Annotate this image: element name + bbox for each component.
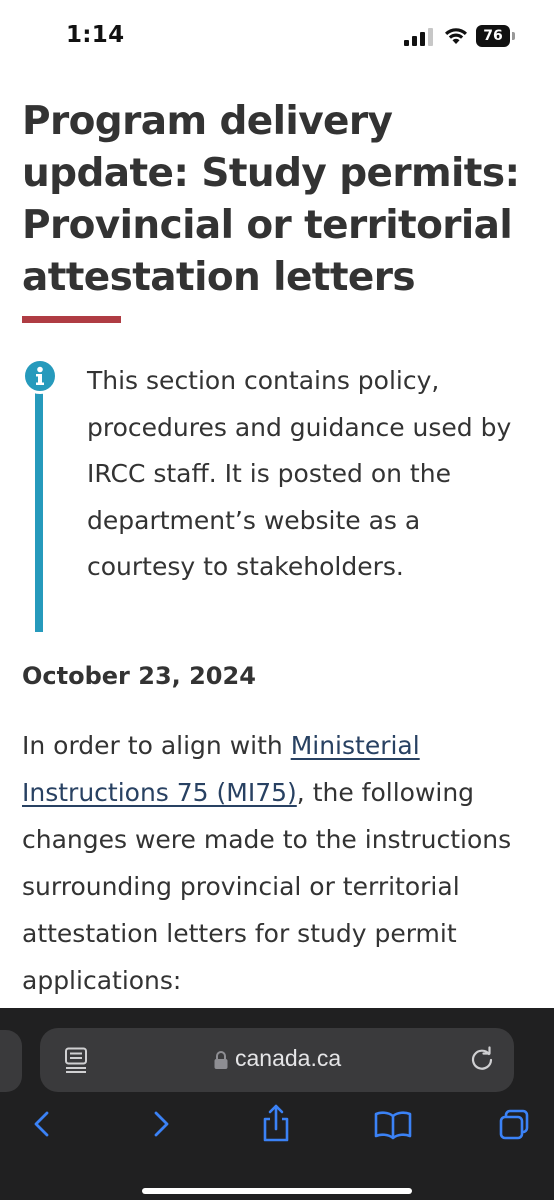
- tabs-icon[interactable]: [488, 1100, 538, 1150]
- info-alert-text: This section contains policy, procedures…: [87, 366, 512, 581]
- reader-icon[interactable]: [64, 1047, 88, 1073]
- status-bar: 1:14 76: [0, 0, 554, 76]
- cellular-signal-icon: [404, 28, 433, 46]
- url-text[interactable]: canada.ca: [235, 1045, 341, 1072]
- address-bar[interactable]: canada.ca: [40, 1028, 514, 1092]
- main-content: Program delivery update: Study permits: …: [22, 96, 532, 995]
- home-indicator: [142, 1188, 412, 1194]
- update-date: October 23, 2024: [22, 662, 256, 690]
- wifi-icon: [445, 28, 467, 44]
- info-alert-bar: [35, 370, 43, 632]
- title-underline: [22, 316, 121, 323]
- battery-level: 76: [476, 25, 510, 47]
- browser-chrome: canada.ca: [0, 1008, 554, 1200]
- back-icon[interactable]: [17, 1100, 67, 1150]
- battery-icon: 76: [476, 25, 516, 47]
- forward-icon[interactable]: [136, 1100, 186, 1150]
- previous-tab-peek[interactable]: [0, 1030, 22, 1092]
- info-icon: [22, 358, 58, 394]
- lock-icon: [214, 1051, 228, 1069]
- status-time: 1:14: [66, 22, 125, 48]
- browser-toolbar: [0, 1100, 554, 1160]
- page-title: Program delivery update: Study permits: …: [22, 99, 520, 300]
- body-paragraph: In order to align with Ministerial Instr…: [22, 722, 532, 1004]
- para-text-before: In order to align with: [22, 731, 291, 760]
- share-icon[interactable]: [251, 1100, 301, 1150]
- info-alert: This section contains policy, procedures…: [22, 358, 532, 632]
- para-text-after: , the following changes were made to the…: [22, 778, 512, 995]
- reload-icon[interactable]: [468, 1046, 496, 1074]
- bookmarks-icon[interactable]: [368, 1100, 418, 1150]
